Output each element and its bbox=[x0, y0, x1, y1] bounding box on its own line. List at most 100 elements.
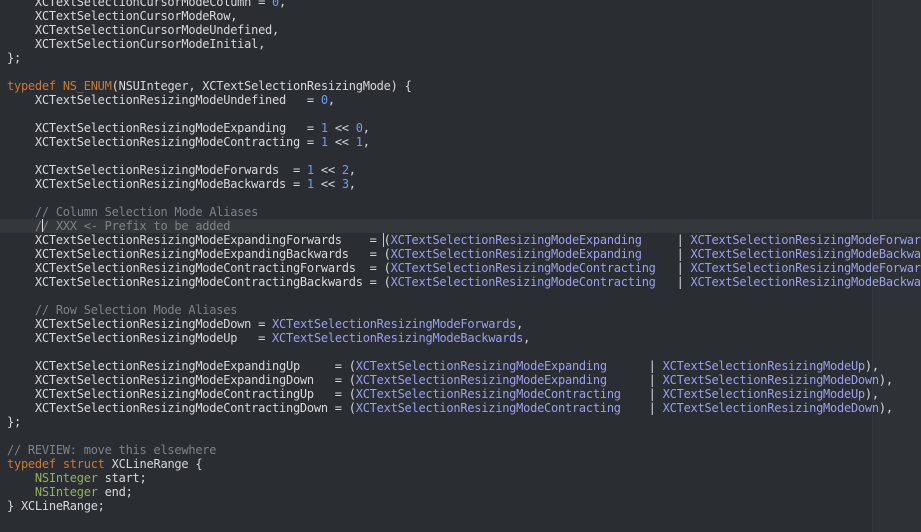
code-text: }; bbox=[7, 415, 21, 429]
identifier-reference: XCTextSelectionResizingModeUp bbox=[662, 359, 866, 373]
identifier-reference: XCTextSelectionResizingModeBackwards bbox=[690, 247, 921, 261]
identifier-reference: XCTextSelectionResizingModeExpanding bbox=[355, 359, 607, 373]
code-line[interactable]: XCTextSelectionResizingModeContractingFo… bbox=[7, 261, 921, 275]
comment-token: / XXX <- Prefix to be added bbox=[41, 219, 231, 233]
code-line[interactable]: // XXX <- Prefix to be added bbox=[0, 219, 921, 233]
code-line[interactable]: NSInteger start; bbox=[7, 471, 921, 485]
code-line[interactable]: NSInteger end; bbox=[7, 485, 921, 499]
keyword-token: typedef bbox=[7, 79, 56, 93]
code-line[interactable]: XCTextSelectionResizingModeForwards = 1 … bbox=[7, 163, 921, 177]
comment-token: // REVIEW: move this elsewhere bbox=[7, 443, 217, 457]
identifier-reference: XCTextSelectionResizingModeExpanding bbox=[390, 233, 642, 247]
code-line[interactable]: XCTextSelectionResizingModeUndefined = 0… bbox=[7, 93, 921, 107]
code-line[interactable]: XCTextSelectionCursorModeInitial, bbox=[7, 37, 921, 51]
keyword-token: typedef bbox=[7, 457, 56, 471]
comment-token: / bbox=[7, 219, 42, 233]
code-line[interactable]: }; bbox=[7, 415, 921, 429]
code-line[interactable]: } XCLineRange; bbox=[7, 499, 921, 513]
code-text: XCTextSelectionCursorModeUndefined, bbox=[7, 23, 280, 37]
identifier-reference: XCTextSelectionResizingModeContracting bbox=[355, 387, 621, 401]
code-text: ), bbox=[864, 387, 879, 401]
code-line[interactable] bbox=[7, 191, 921, 205]
code-text: | bbox=[606, 373, 663, 387]
code-text: start; bbox=[97, 471, 147, 485]
code-line[interactable]: XCTextSelectionResizingModeContractingUp… bbox=[7, 387, 921, 401]
code-line[interactable]: // Row Selection Mode Aliases bbox=[7, 303, 921, 317]
code-line[interactable] bbox=[7, 429, 921, 443]
identifier-reference: XCTextSelectionResizingModeBackwards bbox=[272, 331, 524, 345]
code-line[interactable]: XCTextSelectionResizingModeExpanding = 1… bbox=[7, 121, 921, 135]
code-text: , bbox=[362, 135, 370, 149]
code-text: | bbox=[655, 275, 691, 289]
code-text: | bbox=[641, 233, 691, 247]
code-line[interactable]: XCTextSelectionResizingModeContractingBa… bbox=[7, 275, 921, 289]
identifier-reference: XCTextSelectionResizingModeBackwards bbox=[690, 275, 921, 289]
code-text: ), bbox=[864, 359, 879, 373]
identifier-reference: XCTextSelectionResizingModeForwards bbox=[272, 317, 517, 331]
code-text: << bbox=[327, 135, 356, 149]
code-line[interactable]: typedef struct XCLineRange { bbox=[7, 457, 921, 471]
code-line[interactable]: XCTextSelectionResizingModeContracting =… bbox=[7, 135, 921, 149]
code-line[interactable]: XCTextSelectionCursorModeUndefined, bbox=[7, 23, 921, 37]
code-editor[interactable]: XCTextSelectionCursorModeColumn = 0, XCT… bbox=[0, 0, 921, 532]
number-literal: 0 bbox=[320, 93, 328, 107]
code-line[interactable]: }; bbox=[7, 51, 921, 65]
code-text: XCTextSelectionResizingModeExpandingForw… bbox=[7, 233, 384, 247]
code-text: XCTextSelectionResizingModeExpandingUp =… bbox=[7, 359, 356, 373]
code-line[interactable]: XCTextSelectionResizingModeDown = XCText… bbox=[7, 317, 921, 331]
type-token: NSInteger bbox=[34, 471, 98, 485]
code-line[interactable]: XCTextSelectionResizingModeContractingDo… bbox=[7, 401, 921, 415]
identifier-reference: XCTextSelectionResizingModeContracting bbox=[355, 401, 621, 415]
code-text: XCTextSelectionResizingModeUp = bbox=[7, 331, 273, 345]
code-text: << bbox=[313, 177, 342, 191]
code-line[interactable]: XCTextSelectionCursorModeRow, bbox=[7, 9, 921, 23]
code-text: XCTextSelectionResizingModeUndefined = bbox=[7, 93, 321, 107]
code-text: XCTextSelectionResizingModeContractingBa… bbox=[7, 275, 391, 289]
code-text: << bbox=[313, 163, 342, 177]
macro-token: NS_ENUM bbox=[62, 79, 112, 93]
code-line[interactable] bbox=[7, 65, 921, 79]
code-text: | bbox=[620, 401, 663, 415]
code-line[interactable]: // REVIEW: move this elsewhere bbox=[7, 443, 921, 457]
code-text: ), bbox=[878, 373, 893, 387]
number-literal: 1 bbox=[320, 135, 328, 149]
number-literal: 1 bbox=[306, 177, 314, 191]
code-line[interactable]: XCTextSelectionCursorModeColumn = 0, bbox=[7, 0, 921, 9]
code-line[interactable] bbox=[7, 107, 921, 121]
code-line[interactable] bbox=[7, 345, 921, 359]
code-text: , bbox=[348, 163, 356, 177]
code-line[interactable] bbox=[7, 289, 921, 303]
code-text: , bbox=[279, 0, 287, 9]
code-line[interactable]: XCTextSelectionResizingModeExpandingUp =… bbox=[7, 359, 921, 373]
code-text: XCTextSelectionCursorModeRow, bbox=[7, 9, 238, 23]
code-text: | bbox=[620, 387, 663, 401]
code-text: ), bbox=[878, 401, 893, 415]
type-token: NSInteger bbox=[34, 485, 98, 499]
code-line[interactable]: XCTextSelectionResizingModeExpandingForw… bbox=[7, 233, 921, 247]
code-text: XCTextSelectionResizingModeContractingUp… bbox=[7, 387, 356, 401]
code-line[interactable]: XCTextSelectionResizingModeExpandingBack… bbox=[7, 247, 921, 261]
code-text: | bbox=[606, 359, 663, 373]
identifier-reference: XCTextSelectionResizingModeForwards bbox=[690, 261, 921, 275]
code-text: }; bbox=[7, 51, 21, 65]
code-text: XCTextSelectionCursorModeInitial, bbox=[7, 37, 266, 51]
code-line[interactable]: // Column Selection Mode Aliases bbox=[7, 205, 921, 219]
code-line[interactable]: XCTextSelectionResizingModeExpandingDown… bbox=[7, 373, 921, 387]
code-line[interactable]: typedef NS_ENUM(NSUInteger, XCTextSelect… bbox=[7, 79, 921, 93]
code-text: XCTextSelectionResizingModeExpandingBack… bbox=[7, 247, 391, 261]
code-text: ( bbox=[383, 233, 391, 247]
code-line[interactable]: XCTextSelectionResizingModeBackwards = 1… bbox=[7, 177, 921, 191]
number-literal: 1 bbox=[355, 135, 363, 149]
source-code[interactable]: XCTextSelectionCursorModeColumn = 0, XCT… bbox=[0, 0, 921, 513]
code-text: , bbox=[348, 177, 356, 191]
code-text: XCTextSelectionResizingModeContracting = bbox=[7, 135, 321, 149]
identifier-reference: XCTextSelectionResizingModeDown bbox=[662, 401, 879, 415]
number-literal: 1 bbox=[320, 121, 328, 135]
code-text: | bbox=[641, 247, 691, 261]
code-line[interactable]: XCTextSelectionResizingModeUp = XCTextSe… bbox=[7, 331, 921, 345]
code-text: XCTextSelectionResizingModeDown = bbox=[7, 317, 273, 331]
code-line[interactable] bbox=[7, 149, 921, 163]
identifier-reference: XCTextSelectionResizingModeForwards bbox=[690, 233, 921, 247]
